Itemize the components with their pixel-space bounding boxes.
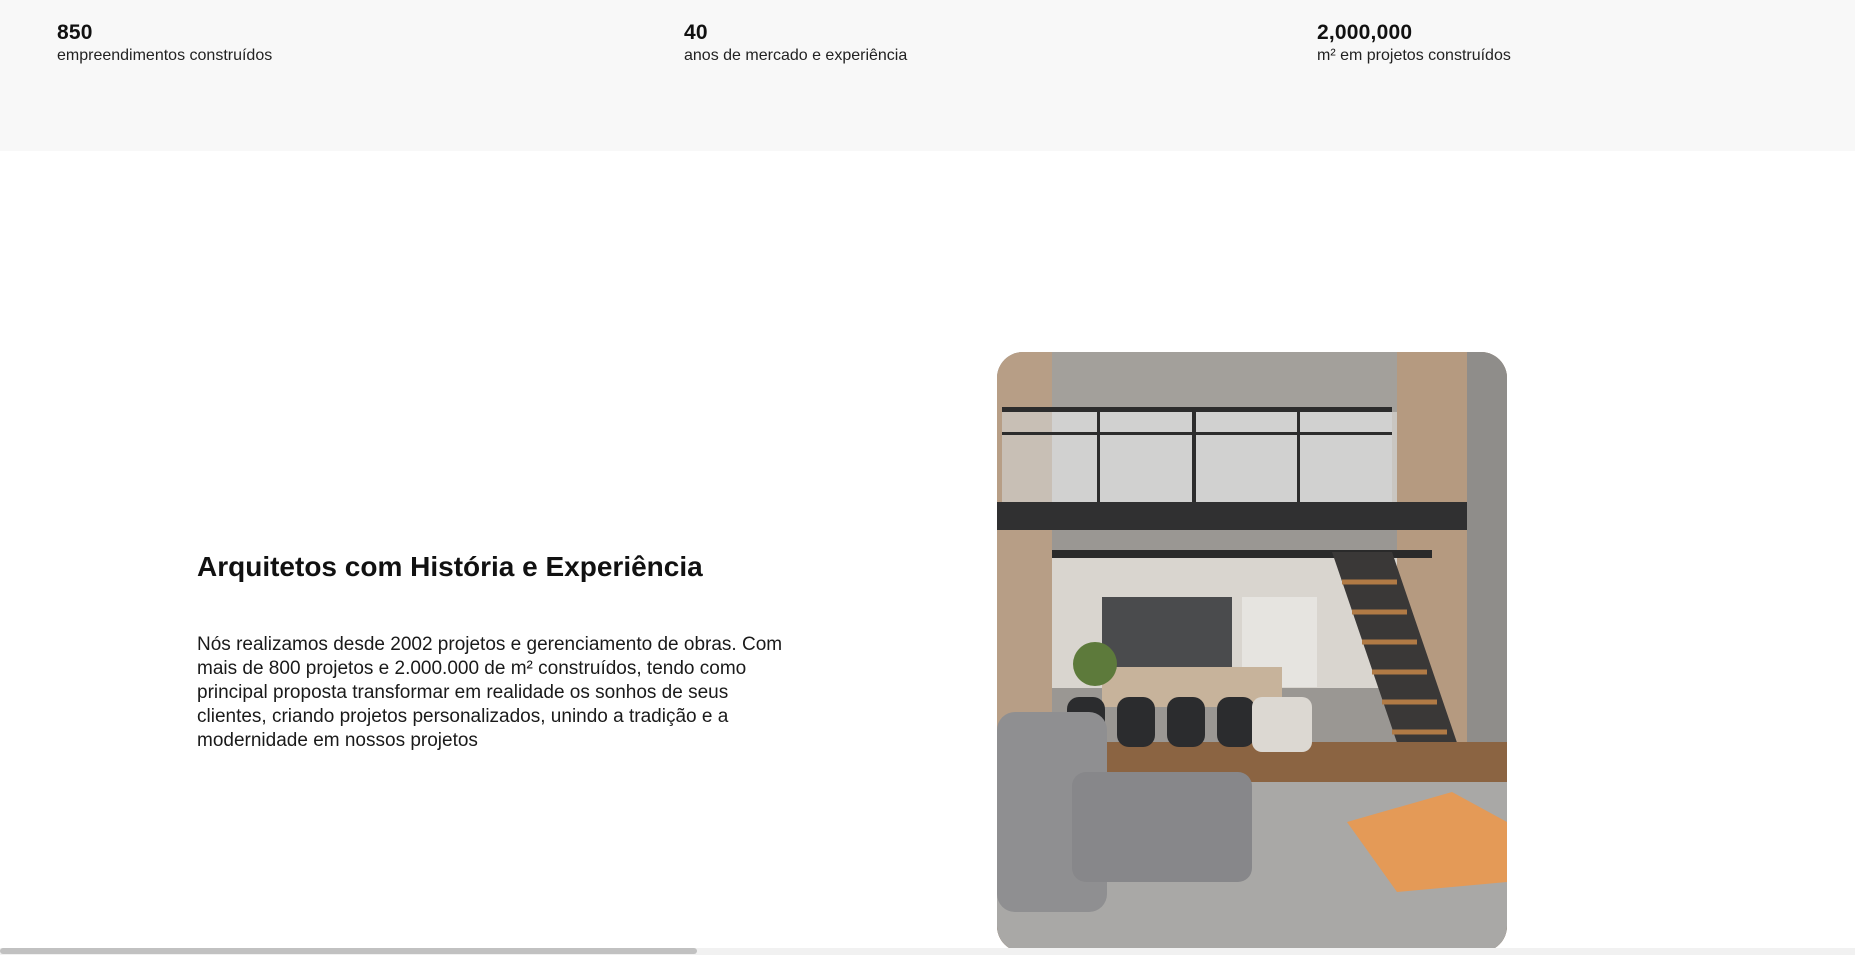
stat-value: 850 [57,21,93,44]
stat-value: 40 [684,21,708,44]
stat-label: m² em projetos construídos [1317,47,1511,64]
horizontal-scrollbar-thumb[interactable] [0,948,697,954]
stats-section: 850 empreendimentos construídos 40 anos … [0,0,1855,151]
stat-label: anos de mercado e experiência [684,47,908,64]
stat-years: 40 anos de mercado e experiência [684,20,907,66]
about-title: Arquitetos com História e Experiência [197,551,703,582]
stat-value: 2,000,000 [1317,21,1413,44]
stat-projects: 850 empreendimentos construídos [57,20,272,66]
stat-area: 2,000,000 m² em projetos construídos [1317,20,1511,66]
loft-interior-photo [997,352,1507,952]
stat-label: empreendimentos construídos [57,47,273,64]
about-description: Nós realizamos desde 2002 projetos e ger… [197,634,783,751]
